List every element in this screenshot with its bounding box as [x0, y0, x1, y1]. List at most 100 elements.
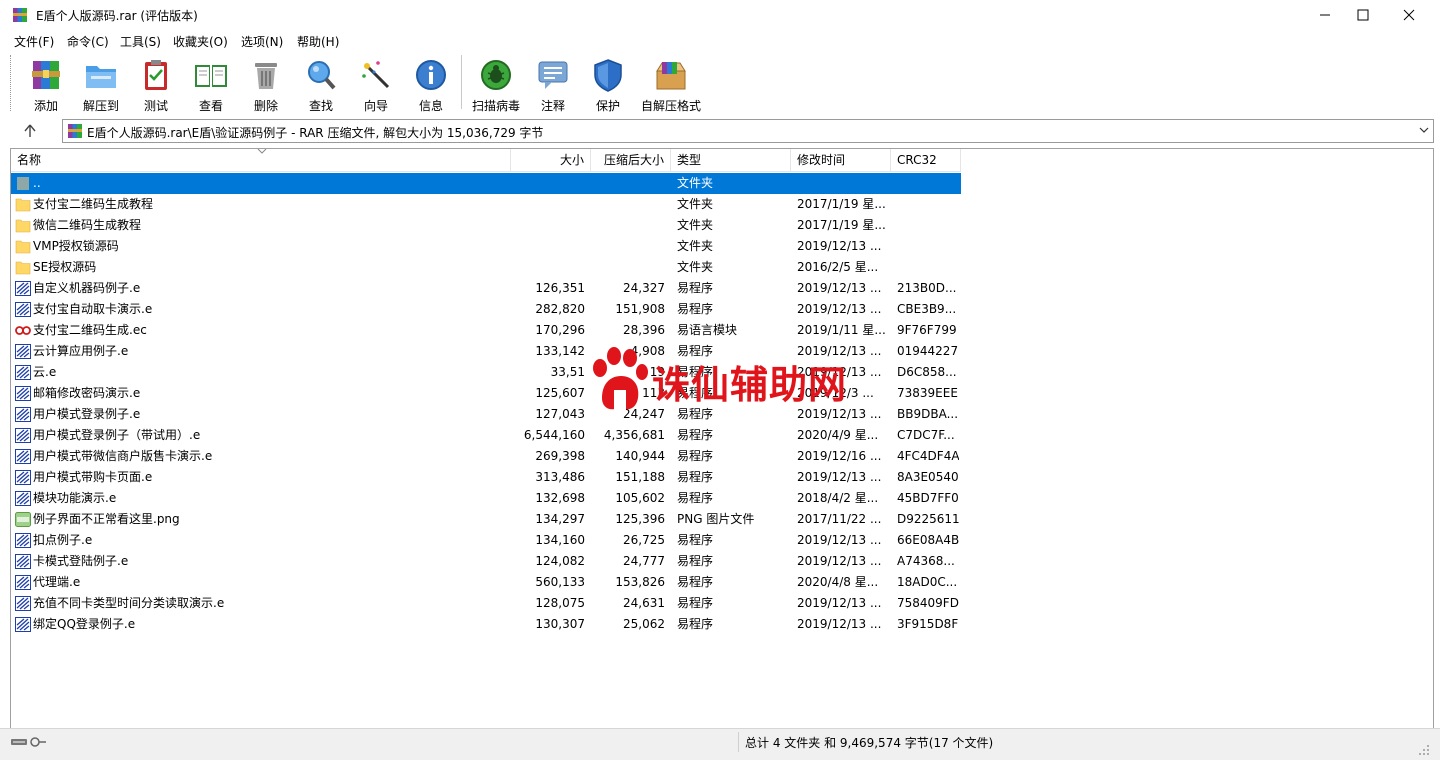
add-button[interactable]: 添加: [20, 54, 72, 113]
file-modified: 2018/4/2 星...: [797, 491, 879, 505]
file-packed-size: 125,396: [615, 512, 665, 526]
column-name[interactable]: 名称: [11, 149, 511, 172]
folder-row[interactable]: .. 文件夹: [11, 173, 961, 194]
file-size: 134,160: [535, 533, 585, 547]
file-type: 易程序: [677, 533, 714, 547]
minimize-icon: [1320, 14, 1330, 16]
wizard-button[interactable]: 向导: [350, 54, 402, 113]
file-name: 云.e: [33, 365, 57, 379]
folder-row[interactable]: 支付宝二维码生成教程 文件夹 2017/1/19 星...: [11, 194, 961, 215]
e-program-icon: [15, 470, 31, 485]
file-row[interactable]: 自定义机器码例子.e 126,351 24,327 易程序 2019/12/13 ...…: [11, 278, 961, 299]
file-size: [511, 215, 585, 236]
folder-icon: [15, 198, 31, 212]
file-row[interactable]: 例子界面不正常看这里.png 134,297 125,396 PNG 图片文件 2017…: [11, 509, 961, 530]
file-crc: [897, 173, 959, 194]
virus-scan-icon: [481, 60, 511, 90]
folder-row[interactable]: VMP授权锁源码 文件夹 2019/12/13 ...: [11, 236, 961, 257]
folder-row[interactable]: SE授权源码 文件夹 2016/2/5 星...: [11, 257, 961, 278]
menu-file[interactable]: 文件(F): [14, 33, 54, 50]
column-modified[interactable]: 修改时间: [791, 149, 891, 172]
file-modified: 2019/12/13 ...: [797, 302, 882, 316]
file-size: 126,351: [535, 281, 585, 295]
file-row[interactable]: 用户模式带微信商户版售卡演示.e 269,398 140,944 易程序 2019/12…: [11, 446, 961, 467]
file-modified: 2017/1/19 星...: [797, 197, 886, 211]
delete-button[interactable]: 删除: [240, 54, 292, 113]
file-size: [511, 173, 585, 194]
file-name: 卡模式登陆例子.e: [33, 554, 129, 568]
path-combobox[interactable]: E盾个人版源码.rar\E盾\验证源码例子 - RAR 压缩文件, 解包大小为 …: [62, 119, 1434, 143]
wizard-label: 向导: [363, 99, 388, 113]
file-row[interactable]: 绑定QQ登录例子.e 130,307 25,062 易程序 2019/12/13 ...…: [11, 614, 961, 635]
file-name-cell: VMP授权锁源码: [15, 236, 509, 257]
resize-grip-icon[interactable]: [1418, 744, 1430, 756]
sfx-button[interactable]: 自解压格式: [637, 54, 705, 113]
file-name: 用户模式带购卡页面.e: [33, 470, 153, 484]
file-row[interactable]: 支付宝二维码生成.ec 170,296 28,396 易语言模块 2019/1/11 星…: [11, 320, 961, 341]
file-row[interactable]: 卡模式登陆例子.e 124,082 24,777 易程序 2019/12/13 ... A…: [11, 551, 961, 572]
magnifier-icon: [308, 61, 336, 90]
file-modified: 2019/12/13 ...: [797, 554, 882, 568]
folder-icon: [15, 219, 31, 233]
file-size: 133,142: [535, 344, 585, 358]
winrar-app-icon[interactable]: [12, 7, 28, 23]
file-size: 269,398: [535, 449, 585, 463]
folder-row[interactable]: 微信二维码生成教程 文件夹 2017/1/19 星...: [11, 215, 961, 236]
e-program-icon: [15, 617, 31, 632]
comment-label: 注释: [540, 99, 565, 113]
test-clipboard-icon: [145, 60, 167, 90]
file-name-cell: SE授权源码: [15, 257, 509, 278]
file-packed-size: 28,396: [623, 323, 665, 337]
view-button[interactable]: 查看: [185, 54, 237, 113]
file-packed-size: 140,944: [615, 449, 665, 463]
menu-commands[interactable]: 命令(C): [67, 33, 109, 50]
file-packed-size: [591, 236, 665, 257]
file-name: 支付宝二维码生成教程: [33, 197, 154, 211]
close-button[interactable]: [1386, 0, 1432, 30]
column-crc[interactable]: CRC32: [891, 149, 961, 172]
comment-button[interactable]: 注释: [527, 54, 579, 113]
watermark-text: 诛仙辅助网: [652, 363, 848, 407]
up-one-level-button[interactable]: [16, 121, 44, 141]
menu-help[interactable]: 帮助(H): [297, 33, 339, 50]
file-row[interactable]: 扣点例子.e 134,160 26,725 易程序 2019/12/13 ... 66E0…: [11, 530, 961, 551]
file-type: 易程序: [677, 596, 714, 610]
file-row[interactable]: 用户模式带购卡页面.e 313,486 151,188 易程序 2019/12/13 .…: [11, 467, 961, 488]
file-list[interactable]: 名称 大小 压缩后大小 类型 修改时间 CRC32 .. 文件夹 支付宝二维码生成教…: [10, 148, 1434, 729]
test-button[interactable]: 测试: [130, 54, 182, 113]
scan-virus-button[interactable]: 扫描病毒: [470, 54, 522, 113]
file-size: 313,486: [535, 470, 585, 484]
column-packed[interactable]: 压缩后大小: [591, 149, 671, 172]
column-type[interactable]: 类型: [671, 149, 791, 172]
file-row[interactable]: 充值不同卡类型时间分类读取演示.e 128,075 24,631 易程序 2019/12…: [11, 593, 961, 614]
file-row[interactable]: 代理端.e 560,133 153,826 易程序 2020/4/8 星... 18AD0…: [11, 572, 961, 593]
menu-tools[interactable]: 工具(S): [120, 33, 161, 50]
e-program-icon: [15, 554, 31, 569]
toolbar-grip[interactable]: [10, 55, 14, 111]
file-packed-size: [591, 257, 665, 278]
protect-button[interactable]: 保护: [582, 54, 634, 113]
file-type: 文件夹: [677, 176, 714, 190]
column-size[interactable]: 大小: [511, 149, 591, 172]
chevron-down-icon[interactable]: [1419, 126, 1429, 134]
file-modified: 2019/1/11 星...: [797, 323, 886, 337]
file-size: 560,133: [535, 575, 585, 589]
e-program-icon: [15, 281, 31, 296]
file-row[interactable]: 模块功能演示.e 132,698 105,602 易程序 2018/4/2 星... 45…: [11, 488, 961, 509]
file-size: 132,698: [535, 491, 585, 505]
file-size: 130,307: [535, 617, 585, 631]
file-name-cell: 支付宝自动取卡演示.e: [15, 299, 509, 320]
extract-to-button[interactable]: 解压到: [75, 54, 127, 113]
file-row[interactable]: 支付宝自动取卡演示.e 282,820 151,908 易程序 2019/12/13 .…: [11, 299, 961, 320]
maximize-button[interactable]: [1340, 0, 1386, 30]
file-row[interactable]: 用户模式登录例子（带试用）.e 6,544,160 4,356,681 易程序 2020…: [11, 425, 961, 446]
drive-key-icon[interactable]: [10, 735, 48, 749]
e-program-icon: [15, 491, 31, 506]
address-row: E盾个人版源码.rar\E盾\验证源码例子 - RAR 压缩文件, 解包大小为 …: [0, 115, 1440, 147]
info-button[interactable]: 信息: [405, 54, 457, 113]
menu-favorites[interactable]: 收藏夹(O): [173, 33, 228, 50]
file-size: 6,544,160: [523, 428, 585, 442]
menu-options[interactable]: 选项(N): [241, 33, 283, 50]
file-type: 易程序: [677, 449, 714, 463]
find-button[interactable]: 查找: [295, 54, 347, 113]
